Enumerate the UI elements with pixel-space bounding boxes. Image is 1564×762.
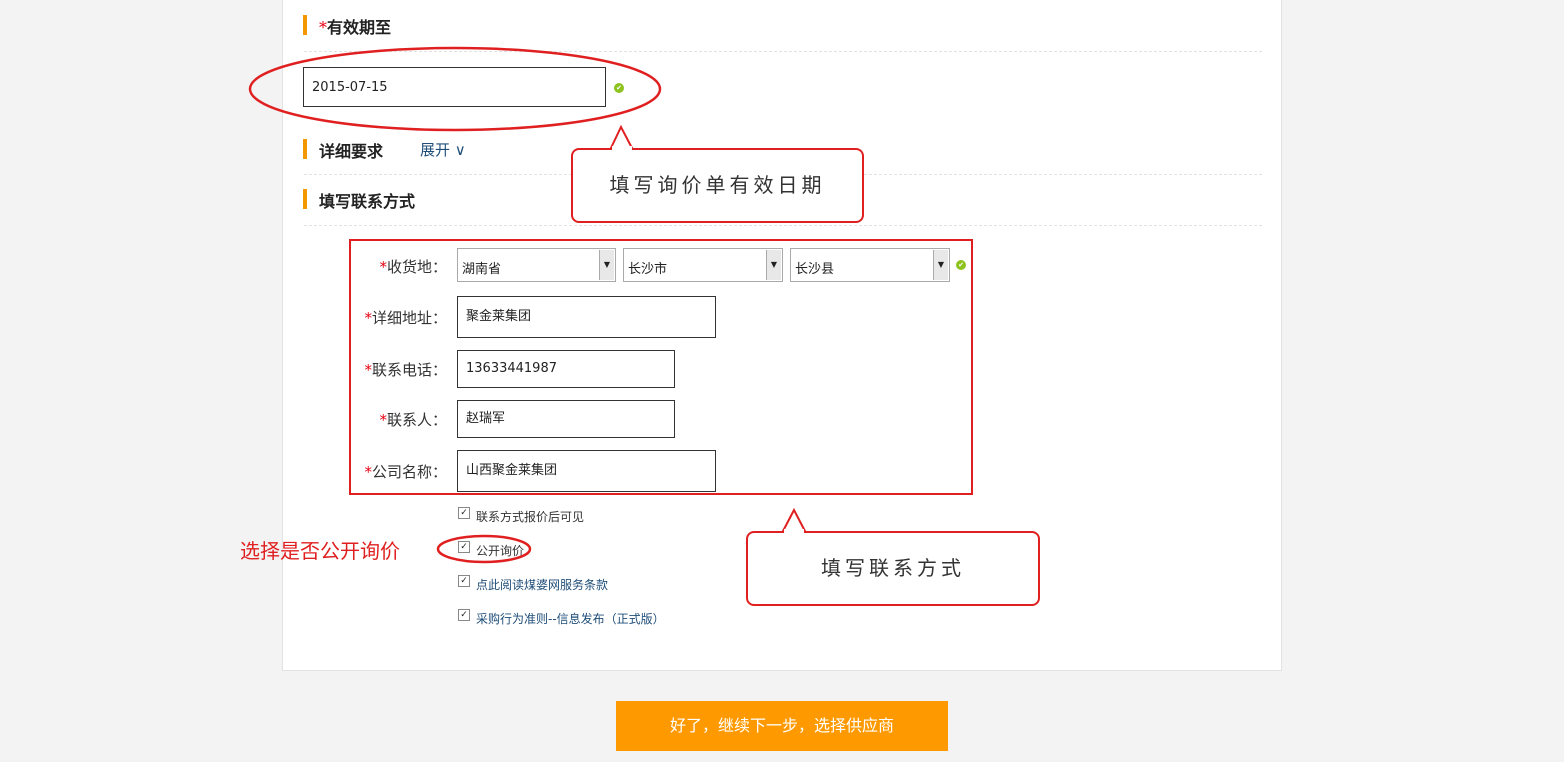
validity-section-title: *有效期至 <box>319 14 391 38</box>
check-ok-icon: ✔ <box>614 83 624 93</box>
validity-date-input[interactable]: 2015-07-15 <box>303 67 606 107</box>
details-section-title: 详细要求 <box>319 142 384 161</box>
terms-link[interactable]: 点此阅读煤婆网服务条款 <box>476 576 608 593</box>
checkbox-label: 联系方式报价后可见 <box>476 510 585 524</box>
next-step-button[interactable]: 好了，继续下一步，选择供应商 <box>616 701 948 751</box>
checkbox-guidelines[interactable]: ✓ <box>458 609 470 621</box>
divider <box>304 51 1262 52</box>
contact-callout: 填写联系方式 <box>746 531 1040 606</box>
expand-toggle[interactable]: 展开 ∨ <box>420 139 466 160</box>
divider <box>304 225 1262 226</box>
public-inquiry-annotation: 选择是否公开询价 <box>240 539 400 563</box>
required-mark: * <box>319 18 327 37</box>
contact-highlight-box <box>349 239 973 495</box>
validity-title-text: 有效期至 <box>327 18 392 37</box>
section-marker <box>303 15 307 35</box>
checkbox-label: 公开询价 <box>476 544 525 558</box>
contact-section-title: 填写联系方式 <box>319 192 416 211</box>
date-callout: 填写询价单有效日期 <box>571 148 864 223</box>
section-marker <box>303 139 307 159</box>
checkbox-contact-visible[interactable]: ✓ <box>458 507 470 519</box>
checkbox-public-inquiry[interactable]: ✓ <box>458 541 470 553</box>
section-marker <box>303 189 307 209</box>
guidelines-link[interactable]: 采购行为准则--信息发布（正式版） <box>476 610 665 627</box>
checkbox-terms[interactable]: ✓ <box>458 575 470 587</box>
